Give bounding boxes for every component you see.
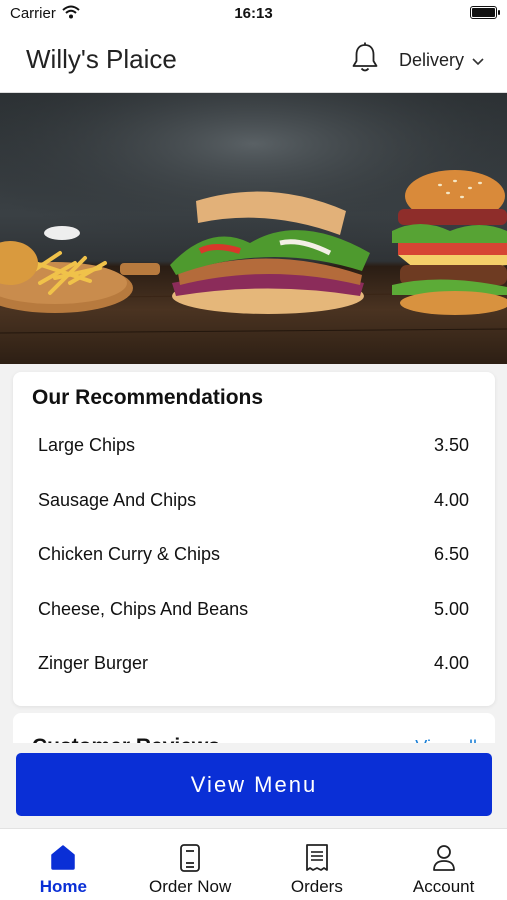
- battery-icon: [470, 6, 500, 19]
- list-item[interactable]: Chicken Curry & Chips 6.50: [38, 539, 469, 569]
- delivery-selector[interactable]: Delivery: [399, 50, 484, 71]
- tab-orders[interactable]: Orders: [254, 829, 381, 900]
- tab-order-now-label: Order Now: [149, 877, 232, 896]
- orders-receipt-icon: [254, 843, 381, 873]
- item-price: 4.00: [433, 489, 469, 510]
- bell-icon[interactable]: [350, 42, 380, 79]
- hero-banner-image: [0, 93, 507, 364]
- item-name: Chicken Curry & Chips: [38, 543, 221, 564]
- item-price: 3.50: [433, 434, 469, 455]
- tab-orders-label: Orders: [290, 877, 343, 896]
- list-item[interactable]: Zinger Burger 4.00: [38, 648, 469, 678]
- item-price: 6.50: [433, 543, 469, 564]
- tab-home-label: Home: [39, 877, 87, 896]
- item-price: 5.00: [433, 598, 469, 619]
- list-item[interactable]: Sausage And Chips 4.00: [38, 485, 469, 515]
- item-name: Zinger Burger: [38, 652, 149, 673]
- list-item[interactable]: Cheese, Chips And Beans 5.00: [38, 594, 469, 624]
- view-menu-button[interactable]: View Menu: [16, 753, 492, 816]
- recommendations-title: Our Recommendations: [32, 386, 264, 409]
- page-title: Willy's Plaice: [26, 44, 177, 74]
- bottom-tab-bar: Home Order Now Orders Account: [0, 828, 507, 900]
- item-price: 4.00: [433, 652, 469, 673]
- item-name: Sausage And Chips: [38, 489, 197, 510]
- tab-order-now[interactable]: Order Now: [127, 829, 254, 900]
- home-icon: [0, 843, 127, 873]
- item-name: Large Chips: [38, 434, 136, 455]
- recommendations-card: Our Recommendations Large Chips 3.50 Sau…: [13, 372, 495, 706]
- tab-home[interactable]: Home: [0, 829, 127, 900]
- app-header: Willy's Plaice Delivery: [0, 26, 507, 93]
- tab-account-label: Account: [412, 877, 475, 896]
- list-item[interactable]: Large Chips 3.50: [38, 430, 469, 460]
- account-user-icon: [380, 843, 507, 873]
- tab-account[interactable]: Account: [380, 829, 507, 900]
- order-now-icon: [127, 843, 254, 873]
- status-bar: Carrier 16:13: [0, 0, 507, 26]
- clock: 16:13: [234, 5, 273, 22]
- item-name: Cheese, Chips And Beans: [38, 598, 249, 619]
- chevron-down-icon: [472, 50, 484, 71]
- delivery-label: Delivery: [399, 50, 465, 70]
